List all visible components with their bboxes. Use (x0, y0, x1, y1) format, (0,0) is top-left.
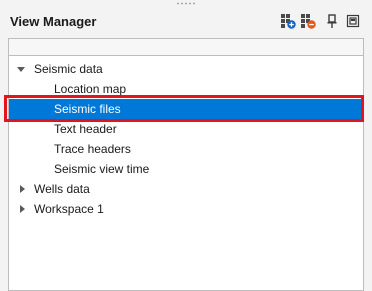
tree-item-label: Trace headers (54, 142, 131, 156)
caret-right-icon[interactable] (18, 205, 26, 213)
caret-down-icon[interactable] (17, 65, 25, 73)
tree-node-wells-data[interactable]: Wells data (9, 179, 363, 199)
tree-item-text-header[interactable]: Text header (9, 119, 363, 139)
view-tree: Seismic data Location map Seismic files … (8, 56, 364, 291)
tree-item-seismic-files[interactable]: Seismic files (9, 99, 363, 119)
tree-item-trace-headers[interactable]: Trace headers (9, 139, 363, 159)
pin-icon[interactable] (324, 13, 340, 29)
tree-item-location-map[interactable]: Location map (9, 79, 363, 99)
remove-view-icon[interactable] (300, 13, 316, 29)
caret-right-icon[interactable] (18, 185, 26, 193)
add-view-icon[interactable] (280, 13, 296, 29)
tree-node-label: Workspace 1 (34, 202, 104, 216)
tree-filter-bar[interactable] (8, 38, 364, 56)
tree-node-label: Seismic data (34, 62, 103, 76)
float-window-icon[interactable] (345, 13, 361, 29)
panel-header: View Manager (0, 0, 372, 36)
tree-node-label: Wells data (34, 182, 90, 196)
tree-node-seismic-data[interactable]: Seismic data (9, 59, 363, 79)
tree-item-label: Seismic view time (54, 162, 150, 176)
tree-node-workspace-1[interactable]: Workspace 1 (9, 199, 363, 219)
tree-item-label: Text header (54, 122, 117, 136)
panel-title: View Manager (10, 14, 97, 29)
tree-item-label: Seismic files (54, 102, 121, 116)
tree-item-label: Location map (54, 82, 127, 96)
tree-item-seismic-view-time[interactable]: Seismic view time (9, 159, 363, 179)
